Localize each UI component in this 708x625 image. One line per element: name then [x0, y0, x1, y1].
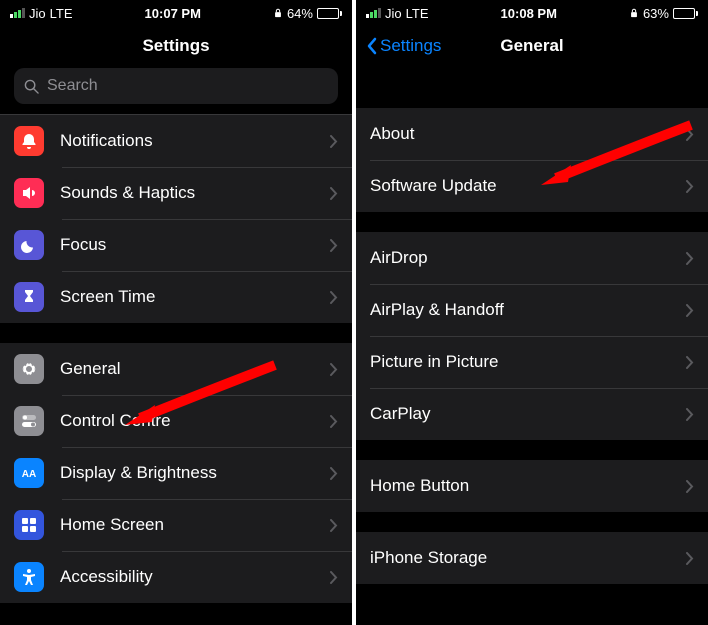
chevron-right-icon: [330, 415, 338, 428]
back-label: Settings: [380, 36, 441, 56]
chevron-right-icon: [686, 408, 694, 421]
bell-icon: [14, 126, 44, 156]
accessibility-icon: [14, 562, 44, 592]
row-picture-in-picture[interactable]: Picture in Picture: [356, 336, 708, 388]
carrier-label: Jio: [385, 6, 402, 21]
chevron-right-icon: [686, 252, 694, 265]
chevron-right-icon: [330, 291, 338, 304]
switches-icon: [14, 406, 44, 436]
status-bar: Jio LTE 10:07 PM 64%: [0, 0, 352, 24]
battery-percent: 63%: [643, 6, 669, 21]
row-screen-time[interactable]: Screen Time: [0, 271, 352, 323]
chevron-right-icon: [330, 519, 338, 532]
chevron-right-icon: [330, 363, 338, 376]
row-carplay[interactable]: CarPlay: [356, 388, 708, 440]
battery-percent: 64%: [287, 6, 313, 21]
search-placeholder: Search: [47, 77, 98, 95]
row-airdrop[interactable]: AirDrop: [356, 232, 708, 284]
chevron-right-icon: [686, 180, 694, 193]
chevron-right-icon: [330, 135, 338, 148]
chevron-right-icon: [330, 239, 338, 252]
chevron-right-icon: [686, 304, 694, 317]
aa-icon: [14, 458, 44, 488]
back-button[interactable]: Settings: [366, 36, 441, 56]
page-title: General: [500, 36, 563, 56]
lock-icon: [629, 8, 639, 18]
network-label: LTE: [406, 6, 429, 21]
chevron-right-icon: [686, 552, 694, 565]
row-accessibility[interactable]: Accessibility: [0, 551, 352, 603]
signal-icon: [366, 8, 381, 18]
row-home-button[interactable]: Home Button: [356, 460, 708, 512]
chevron-right-icon: [686, 480, 694, 493]
settings-screen: Jio LTE 10:07 PM 64% Settings Search Not…: [0, 0, 352, 625]
time-label: 10:08 PM: [501, 6, 557, 21]
gear-icon: [14, 354, 44, 384]
search-icon: [24, 79, 39, 94]
row-airplay-handoff[interactable]: AirPlay & Handoff: [356, 284, 708, 336]
row-software-update[interactable]: Software Update: [356, 160, 708, 212]
row-iphone-storage[interactable]: iPhone Storage: [356, 532, 708, 584]
network-label: LTE: [50, 6, 73, 21]
hourglass-icon: [14, 282, 44, 312]
speaker-icon: [14, 178, 44, 208]
carrier-label: Jio: [29, 6, 46, 21]
row-display-brightness[interactable]: Display & Brightness: [0, 447, 352, 499]
row-about[interactable]: About: [356, 108, 708, 160]
chevron-left-icon: [366, 37, 378, 55]
battery-icon: [317, 8, 342, 19]
status-bar: Jio LTE 10:08 PM 63%: [356, 0, 708, 24]
time-label: 10:07 PM: [145, 6, 201, 21]
row-focus[interactable]: Focus: [0, 219, 352, 271]
title-bar: Settings General: [356, 24, 708, 68]
row-home-screen[interactable]: Home Screen: [0, 499, 352, 551]
search-input[interactable]: Search: [14, 68, 338, 104]
row-notifications[interactable]: Notifications: [0, 115, 352, 167]
chevron-right-icon: [330, 467, 338, 480]
chevron-right-icon: [330, 187, 338, 200]
chevron-right-icon: [330, 571, 338, 584]
page-title: Settings: [142, 36, 209, 56]
moon-icon: [14, 230, 44, 260]
grid-icon: [14, 510, 44, 540]
chevron-right-icon: [686, 356, 694, 369]
row-sounds[interactable]: Sounds & Haptics: [0, 167, 352, 219]
lock-icon: [273, 8, 283, 18]
row-general[interactable]: General: [0, 343, 352, 395]
signal-icon: [10, 8, 25, 18]
title-bar: Settings: [0, 24, 352, 68]
row-control-centre[interactable]: Control Centre: [0, 395, 352, 447]
battery-icon: [673, 8, 698, 19]
general-screen: Jio LTE 10:08 PM 63% Settings General Ab…: [356, 0, 708, 625]
chevron-right-icon: [686, 128, 694, 141]
